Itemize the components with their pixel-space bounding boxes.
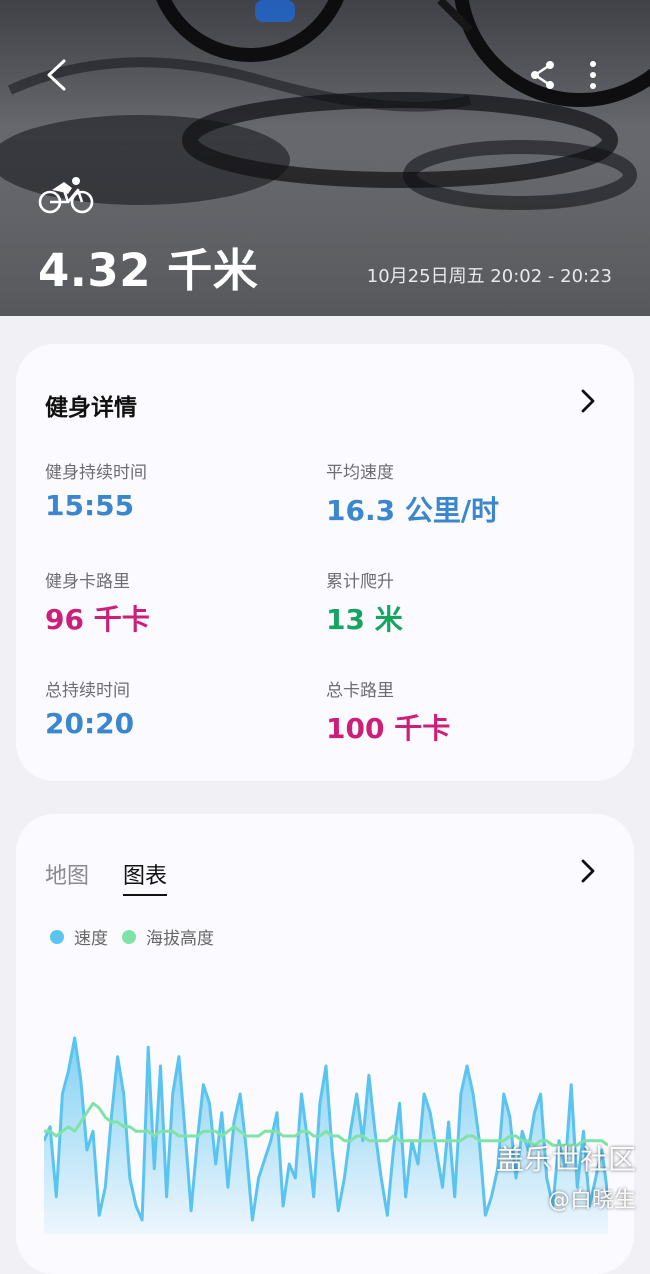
stat-workout-duration: 健身持续时间 15:55 — [45, 458, 147, 522]
back-icon — [47, 59, 66, 91]
stat-label: 累计爬升 — [326, 572, 394, 592]
legend-label-altitude: 海拔高度 — [146, 929, 214, 949]
workout-datetime: 10月25日周五 20:02 - 20:23 — [366, 266, 612, 287]
stat-label: 总卡路里 — [326, 681, 394, 701]
view-tabs: 地图 图表 — [45, 858, 168, 896]
more-options-button[interactable] — [578, 56, 608, 94]
chart-legend: 速度 海拔高度 — [50, 924, 214, 949]
legend-altitude: 海拔高度 — [122, 924, 214, 949]
share-icon — [531, 61, 554, 89]
cycling-icon — [38, 177, 94, 214]
legend-dot-altitude — [122, 929, 136, 944]
speed-altitude-chart — [44, 1036, 608, 1234]
workout-header: 4.32 千米 10月25日周五 20:02 - 20:23 — [0, 0, 650, 316]
more-vertical-icon — [590, 61, 596, 89]
workout-details-card[interactable]: 健身详情 健身持续时间 15:55 平均速度 16.3 公里/时 健身卡路里 9… — [16, 344, 634, 781]
chart-card: 地图 图表 速度 海拔高度 — [16, 814, 634, 1274]
stat-value: 13 米 — [326, 603, 403, 636]
legend-speed: 速度 — [50, 924, 108, 949]
legend-dot-speed — [50, 929, 64, 944]
stat-label: 健身卡路里 — [45, 572, 130, 592]
watermark-author: @白晓生 — [547, 1188, 636, 1213]
stat-label: 总持续时间 — [45, 681, 130, 701]
stat-label: 平均速度 — [326, 463, 394, 483]
stat-workout-calories: 健身卡路里 96 千卡 — [45, 567, 150, 638]
stat-elevation-gain: 累计爬升 13 米 — [326, 567, 403, 638]
stat-value: 20:20 — [45, 707, 135, 740]
stat-value: 96 千卡 — [45, 603, 150, 636]
details-open-button[interactable] — [571, 384, 605, 418]
stat-average-speed: 平均速度 16.3 公里/时 — [326, 458, 499, 529]
legend-label-speed: 速度 — [74, 929, 108, 949]
stat-value: 16.3 公里/时 — [326, 494, 500, 527]
stat-value: 15:55 — [45, 489, 135, 522]
stat-total-duration: 总持续时间 20:20 — [45, 676, 134, 740]
watermark-community: 盖乐世社区 — [495, 1143, 636, 1176]
stat-total-calories: 总卡路里 100 千卡 — [326, 676, 450, 747]
chevron-right-icon — [581, 859, 595, 883]
chart-open-button[interactable] — [571, 854, 605, 888]
tab-chart[interactable]: 图表 — [123, 858, 168, 896]
stat-value: 100 千卡 — [326, 712, 451, 745]
distance-value: 4.32 千米 — [38, 244, 259, 297]
tab-map[interactable]: 地图 — [45, 858, 89, 896]
stat-label: 健身持续时间 — [45, 463, 147, 483]
chevron-right-icon — [581, 389, 595, 413]
back-button[interactable] — [36, 55, 76, 95]
share-button[interactable] — [524, 56, 562, 94]
card-title: 健身详情 — [45, 395, 137, 421]
